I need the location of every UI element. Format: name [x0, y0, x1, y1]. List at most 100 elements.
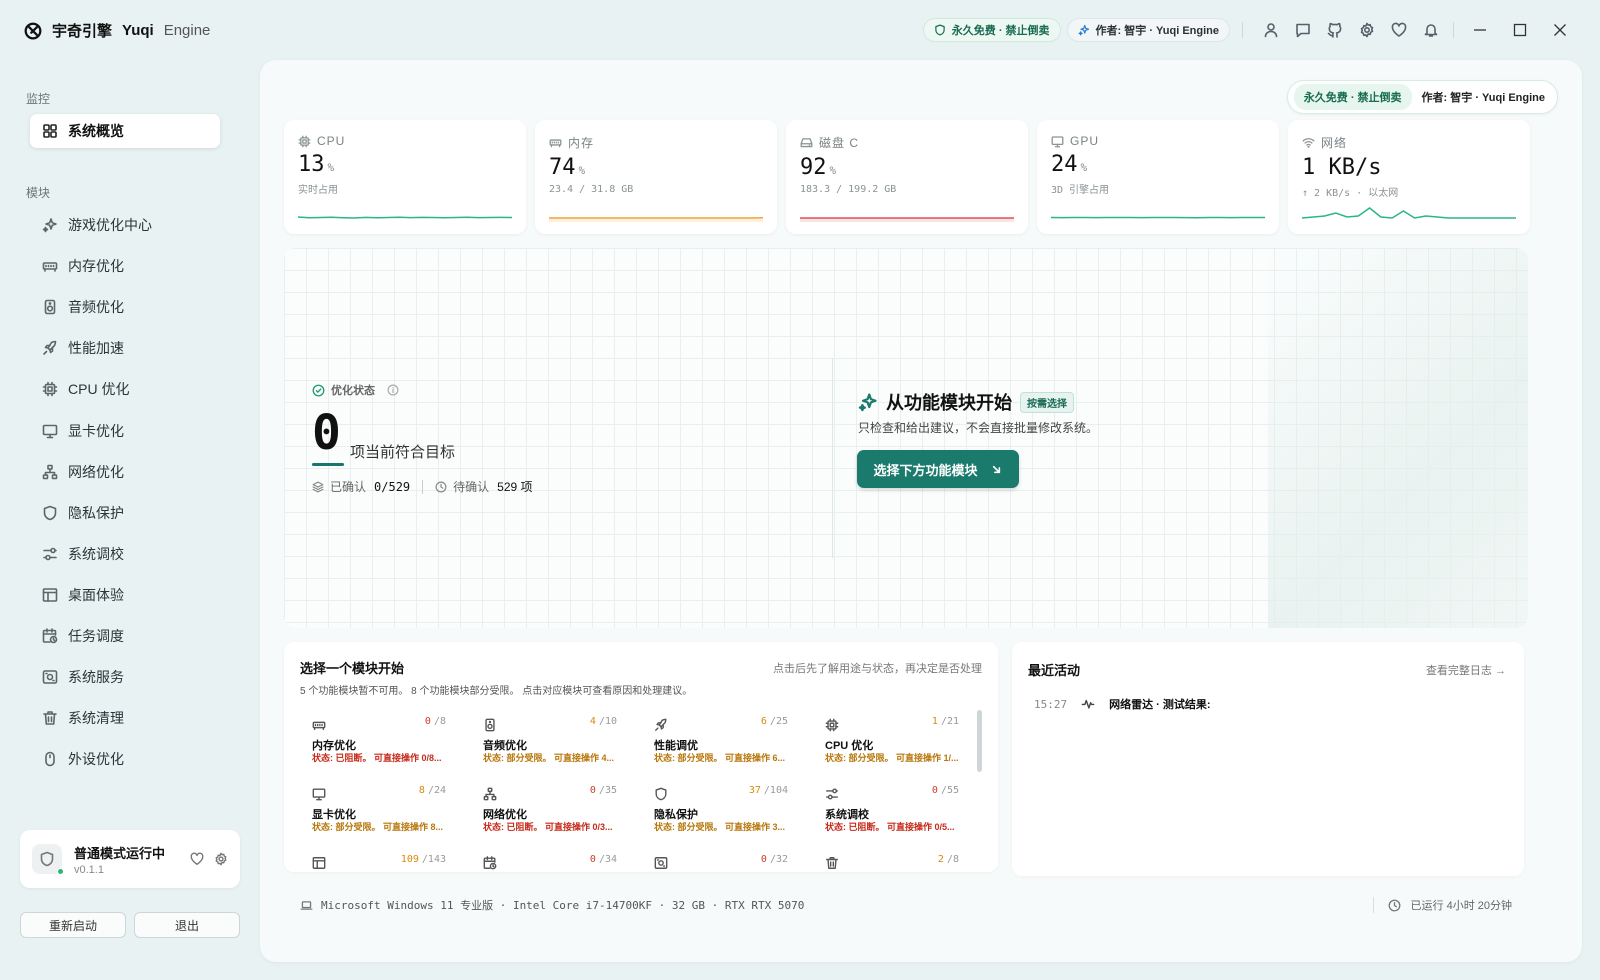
- notifications-button[interactable]: [1415, 18, 1447, 42]
- module-tile-4[interactable]: 8/24 显卡优化 状态: 部分受限。 可直接操作 8...: [300, 777, 460, 841]
- pending-label: 待确认: [453, 480, 490, 494]
- confirmed-value: 0/529: [374, 479, 411, 494]
- choose-module-button[interactable]: 选择下方功能模块: [857, 450, 1019, 488]
- confirmed-label: 已确认: [330, 480, 367, 494]
- sidebar-item-label: 任务调度: [68, 628, 124, 644]
- exit-button[interactable]: 退出: [134, 912, 240, 938]
- laptop-icon: [300, 899, 313, 912]
- minimize-button[interactable]: [1460, 18, 1500, 42]
- layout-icon: [42, 587, 58, 603]
- module-tile-5[interactable]: 0/35 网络优化 状态: 已阻断。 可直接操作 0/3...: [471, 777, 631, 841]
- close-button[interactable]: [1540, 18, 1580, 42]
- module-done-count: 8: [418, 785, 425, 796]
- drive-icon: [800, 136, 813, 149]
- chat-icon: [1295, 22, 1311, 38]
- optimize-status-label: 优化状态: [331, 385, 375, 397]
- heart-icon[interactable]: [190, 852, 204, 866]
- module-status: 状态: 已阻断。 可直接操作 0/3...: [483, 822, 613, 832]
- module-tile-3[interactable]: 1/21 CPU 优化 状态: 部分受限。 可直接操作 1/...: [813, 708, 973, 772]
- stat-label-text: 网络: [1321, 136, 1348, 150]
- sidebar-item-13[interactable]: 外设优化: [30, 742, 220, 776]
- module-done-count: 6: [760, 716, 767, 727]
- sidebar-item-label: 桌面体验: [68, 586, 124, 603]
- module-tile-7[interactable]: 0/55 系统调校 状态: 已阻断。 可直接操作 0/5...: [813, 777, 973, 841]
- sidebar-item-10[interactable]: 任务调度: [30, 619, 220, 653]
- stat-label-text: CPU: [317, 134, 346, 148]
- activity-time: 15:27: [1034, 697, 1068, 711]
- sidebar-item-3[interactable]: 性能加速: [30, 331, 220, 365]
- github-button[interactable]: [1319, 18, 1351, 42]
- free-badge-label: 永久免费 · 禁止倒卖: [1293, 84, 1412, 110]
- stat-card-4[interactable]: 网络 1 KB/s ↑ 2 KB/s · 以太网: [1288, 120, 1530, 234]
- sidebar-item-7[interactable]: 隐私保护: [30, 496, 220, 530]
- module-progress: 6/25: [761, 716, 788, 727]
- stat-card-1[interactable]: 内存 74% 23.4 / 31.8 GB: [535, 120, 777, 234]
- module-done-count: 0: [931, 785, 938, 796]
- restart-button[interactable]: 重新启动: [20, 912, 126, 938]
- sidebar-item-5[interactable]: 显卡优化: [30, 414, 220, 448]
- service-icon: [42, 669, 58, 685]
- sidebar-item-4[interactable]: CPU 优化: [30, 372, 220, 406]
- module-tile-0[interactable]: 0/8 内存优化 状态: 已阻断。 可直接操作 0/8...: [300, 708, 460, 772]
- sidebar-item-label: 系统调校: [68, 545, 124, 562]
- module-total-count: /55: [940, 785, 959, 796]
- sidebar-item-12[interactable]: 系统清理: [30, 701, 220, 735]
- clock-icon: [435, 481, 447, 493]
- maximize-button[interactable]: [1500, 18, 1540, 42]
- sidebar-item-9[interactable]: 桌面体验: [30, 578, 220, 612]
- module-tile-10[interactable]: 0/32: [642, 846, 802, 872]
- sidebar-item-8[interactable]: 系统调校: [30, 537, 220, 571]
- stat-sparkline: [1051, 216, 1265, 219]
- trash-icon: [42, 710, 58, 726]
- stat-card-0[interactable]: CPU 13% 实时占用: [284, 120, 526, 234]
- cpu-icon: [298, 135, 311, 148]
- stat-value-number: 13: [298, 152, 325, 177]
- sidebar-item-overview[interactable]: 系统概览: [30, 114, 220, 148]
- module-progress: 2/8: [938, 854, 959, 865]
- settings-button[interactable]: [1351, 18, 1383, 42]
- view-full-log-link[interactable]: 查看完整日志 →: [1426, 662, 1506, 678]
- stat-card-2[interactable]: 磁盘 C 92% 183.3 / 199.2 GB: [786, 120, 1028, 234]
- info-icon[interactable]: [387, 384, 399, 396]
- module-total-count: /10: [598, 716, 617, 727]
- gear-icon[interactable]: [214, 852, 228, 866]
- calendar-clock-icon: [483, 856, 497, 870]
- user-icon: [1263, 22, 1279, 38]
- module-scrollbar[interactable]: [977, 710, 982, 772]
- module-tile-8[interactable]: 109/143: [300, 846, 460, 872]
- sidebar-item-1[interactable]: 内存优化: [30, 249, 220, 283]
- favorite-button[interactable]: [1383, 18, 1415, 42]
- module-total-count: /35: [598, 785, 617, 796]
- stat-subtext: 183.3 / 199.2 GB: [800, 184, 897, 195]
- stat-card-3[interactable]: GPU 24% 3D 引擎占用: [1037, 120, 1279, 234]
- module-picker-card: 选择一个模块开始 点击后先了解用途与状态，再决定是否处理 5 个功能模块暂不可用…: [284, 642, 998, 872]
- stat-label-text: GPU: [1070, 134, 1100, 148]
- start-title-text: 从功能模块开始: [886, 393, 1012, 413]
- module-done-count: 2: [937, 854, 944, 865]
- module-tile-9[interactable]: 0/34: [471, 846, 631, 872]
- module-done-count: 0: [589, 785, 596, 796]
- optimize-hero-panel: 优化状态 0 项当前符合目标 已确认 0/529 待确认 529 项 从功能模块…: [284, 248, 1528, 628]
- sidebar-item-11[interactable]: 系统服务: [30, 660, 220, 694]
- sidebar-item-label: 显卡优化: [68, 422, 124, 439]
- sidebar-item-label: 系统概览: [68, 123, 124, 139]
- sidebar-item-label: 系统服务: [68, 669, 124, 686]
- module-tile-2[interactable]: 6/25 性能调优 状态: 部分受限。 可直接操作 6...: [642, 708, 802, 772]
- sidebar-item-0[interactable]: 游戏优化中心: [30, 208, 220, 242]
- module-progress: 0/8: [425, 716, 446, 727]
- stat-sparkline: [298, 216, 512, 219]
- sidebar-item-2[interactable]: 音频优化: [30, 290, 220, 324]
- trash-icon: [825, 856, 839, 870]
- module-total-count: /8: [433, 716, 446, 727]
- module-tile-6[interactable]: 37/104 隐私保护 状态: 部分受限。 可直接操作 3...: [642, 777, 802, 841]
- sidebar-item-6[interactable]: 网络优化: [30, 455, 220, 489]
- activity-entry: 15:27 网络雷达 · 测试结果:: [1034, 696, 1211, 712]
- module-tile-11[interactable]: 2/8: [813, 846, 973, 872]
- mode-status-card: 普通模式运行中 v0.1.1: [20, 830, 240, 888]
- section-label-monitor: 监控: [26, 92, 51, 106]
- monitor-icon: [1051, 135, 1064, 148]
- feedback-button[interactable]: [1287, 18, 1319, 42]
- app-logo-icon: [24, 22, 42, 40]
- user-button[interactable]: [1255, 18, 1287, 42]
- module-tile-1[interactable]: 4/10 音频优化 状态: 部分受限。 可直接操作 4...: [471, 708, 631, 772]
